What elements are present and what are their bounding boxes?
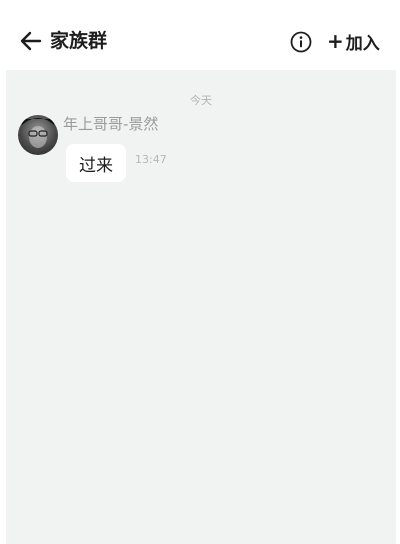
top-bar: 家族群 + 加入 — [0, 0, 400, 72]
plus-icon: + — [327, 29, 344, 53]
date-separator: 今天 — [190, 94, 212, 107]
sender-name: 年上哥哥-景然 — [63, 115, 159, 133]
page-title: 家族群 — [50, 30, 108, 52]
back-arrow-icon[interactable] — [18, 28, 44, 54]
avatar[interactable] — [18, 115, 58, 155]
join-button[interactable]: + 加入 — [327, 26, 380, 56]
join-label: 加入 — [345, 33, 380, 54]
message-bubble[interactable]: 过来 — [66, 144, 126, 182]
message-text: 过来 — [79, 155, 113, 176]
chat-area[interactable]: 今天 年上哥哥-景然 过来 13:47 — [6, 70, 396, 544]
info-icon[interactable] — [289, 30, 313, 54]
message-time: 13:47 — [135, 153, 167, 166]
